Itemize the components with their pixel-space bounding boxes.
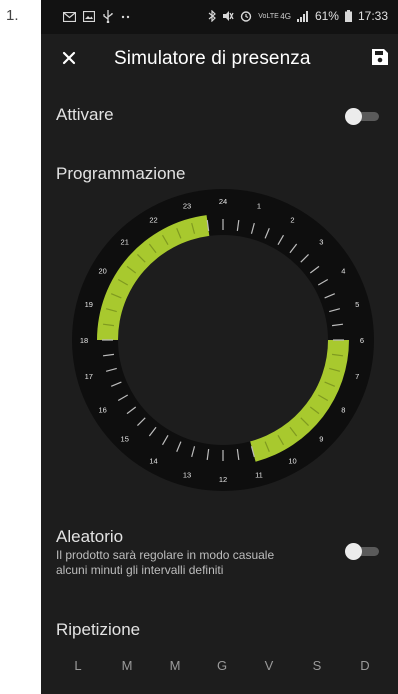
activate-toggle[interactable] <box>345 108 381 125</box>
mute-icon <box>223 11 234 21</box>
activate-label: Attivare <box>56 105 114 124</box>
notification-icons <box>63 10 131 23</box>
day-wednesday[interactable]: M <box>170 658 181 673</box>
dial-hour-label: 17 <box>85 372 93 381</box>
dial-hour-label: 19 <box>85 300 93 309</box>
battery-icon <box>344 10 352 22</box>
day-saturday[interactable]: S <box>313 658 322 673</box>
usb-icon <box>103 10 113 23</box>
day-monday[interactable]: L <box>74 658 81 673</box>
random-label: Aleatorio <box>56 527 124 546</box>
dial-hour-label: 10 <box>288 456 296 465</box>
save-icon[interactable] <box>371 48 389 66</box>
battery-percentage: 61% <box>314 9 339 23</box>
dial-hour-label: 5 <box>355 300 359 309</box>
status-time: 17:33 <box>357 9 388 23</box>
alarm-icon <box>241 11 252 22</box>
bluetooth-icon <box>208 10 217 22</box>
repeat-label: Ripetizione <box>56 620 141 639</box>
status-bar: VoLTE 4G 61% 17:33 <box>41 0 398 34</box>
dial-hour-label: 8 <box>341 406 345 415</box>
dial-hour-label: 16 <box>98 406 106 415</box>
dial-hour-label: 15 <box>121 434 129 443</box>
signal-icon <box>296 10 308 22</box>
toggle-knob <box>345 543 362 560</box>
repeat-days: L M M G V S D <box>41 658 398 678</box>
dial-hour-label: 6 <box>360 336 364 345</box>
day-friday[interactable]: V <box>265 658 274 673</box>
dial-hour-label: 1 <box>257 202 261 211</box>
dial-hour-label: 3 <box>319 238 323 247</box>
dial-hour-label: 23 <box>183 202 191 211</box>
dial-hour-label: 9 <box>319 434 323 443</box>
image-icon <box>83 11 95 22</box>
random-description-line-1: Il prodotto sarà regolare in modo casual… <box>56 548 275 562</box>
dial-hour-label: 18 <box>80 336 88 345</box>
dial-hour-label: 22 <box>149 216 157 225</box>
random-description-line-2: alcuni minuti gli intervalli definiti <box>56 563 224 577</box>
day-tuesday[interactable]: M <box>122 658 133 673</box>
mail-icon <box>63 11 76 22</box>
dial-hour-label: 7 <box>355 372 359 381</box>
page-title: Simulatore di presenza <box>114 48 311 69</box>
dial-inner-disc <box>118 235 328 445</box>
dial-hour-label: 2 <box>290 216 294 225</box>
phone-screen: VoLTE 4G 61% 17:33 Simulatore di presenz… <box>41 0 398 694</box>
dial-hour-label: 13 <box>183 470 191 479</box>
day-sunday[interactable]: D <box>360 658 369 673</box>
close-icon[interactable] <box>59 48 79 68</box>
dial-hour-label: 11 <box>255 470 263 479</box>
dial-hour-label: 4 <box>341 267 345 276</box>
list-number-marker: 1. <box>6 7 19 24</box>
schedule-label: Programmazione <box>56 164 186 183</box>
dial-hour-label: 21 <box>121 238 129 247</box>
day-thursday[interactable]: G <box>217 658 227 673</box>
toggle-knob <box>345 108 362 125</box>
dial-hour-label: 12 <box>219 475 227 484</box>
random-toggle[interactable] <box>345 543 381 560</box>
app-bar: Simulatore di presenza <box>41 34 398 84</box>
dial-hour-label: 20 <box>98 267 106 276</box>
network-type-indicator: 4G <box>280 11 291 21</box>
dial-hour-label: 24 <box>219 197 227 206</box>
volte-indicator: VoLTE <box>258 12 279 20</box>
more-dots-icon <box>121 15 130 18</box>
schedule-dial[interactable]: 241234567891011121314151617181920212223 <box>71 188 375 492</box>
dial-hour-label: 14 <box>149 456 157 465</box>
system-status-icons: VoLTE 4G 61% 17:33 <box>208 9 388 23</box>
